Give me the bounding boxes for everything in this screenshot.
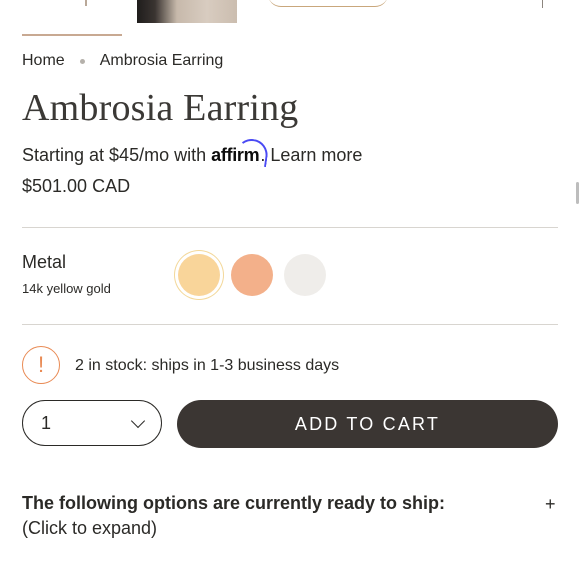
product-thumbnail[interactable] — [137, 0, 237, 23]
affirm-arc-icon — [234, 136, 270, 168]
product-title: Ambrosia Earring — [22, 87, 299, 129]
metal-selected-value: 14k yellow gold — [22, 281, 111, 296]
alert-icon: ! — [22, 346, 60, 384]
breadcrumb-current: Ambrosia Earring — [99, 52, 224, 69]
chevron-down-icon — [130, 413, 146, 428]
divider — [22, 227, 558, 228]
ready-to-ship-heading[interactable]: The following options are currently read… — [22, 493, 445, 514]
divider — [22, 324, 558, 325]
add-to-cart-button[interactable]: ADD TO CART — [177, 400, 558, 448]
product-price: $501.00 CAD — [22, 176, 131, 196]
quantity-select[interactable]: 1 — [22, 400, 162, 446]
stock-status: 2 in stock: ships in 1-3 business days — [75, 357, 340, 374]
scrollbar-thumb[interactable] — [576, 182, 579, 204]
gallery-position-indicator — [22, 34, 122, 36]
breadcrumb-home-link[interactable]: Home — [22, 52, 65, 70]
thumbnail-edge — [85, 0, 87, 6]
learn-more-link[interactable]: . Learn more — [260, 145, 362, 166]
financing-text: Starting at $45/mo with — [22, 145, 207, 165]
swatch-yellow-gold[interactable] — [178, 254, 220, 296]
ready-to-ship-subtitle[interactable]: (Click to expand) — [22, 518, 157, 539]
product-page: Home Ambrosia Earring Ambrosia Earring S… — [0, 0, 580, 580]
thumbnail-earring-detail — [268, 0, 388, 7]
affirm-logo: affirm — [211, 136, 270, 168]
breadcrumb-separator — [79, 58, 85, 64]
breadcrumb: Home Ambrosia Earring — [22, 52, 223, 70]
swatch-white-gold[interactable] — [284, 254, 326, 296]
scrollbar[interactable] — [574, 0, 580, 580]
financing-line: Starting at $45/mo with affirm . Learn m… — [22, 136, 362, 168]
metal-label: Metal — [22, 252, 67, 272]
swatch-rose-gold[interactable] — [231, 254, 273, 296]
quantity-value: 1 — [41, 412, 52, 433]
expand-plus-icon[interactable]: + — [545, 494, 556, 515]
thumbnail-edge — [542, 0, 543, 8]
image-thumbnail-strip — [0, 0, 580, 24]
